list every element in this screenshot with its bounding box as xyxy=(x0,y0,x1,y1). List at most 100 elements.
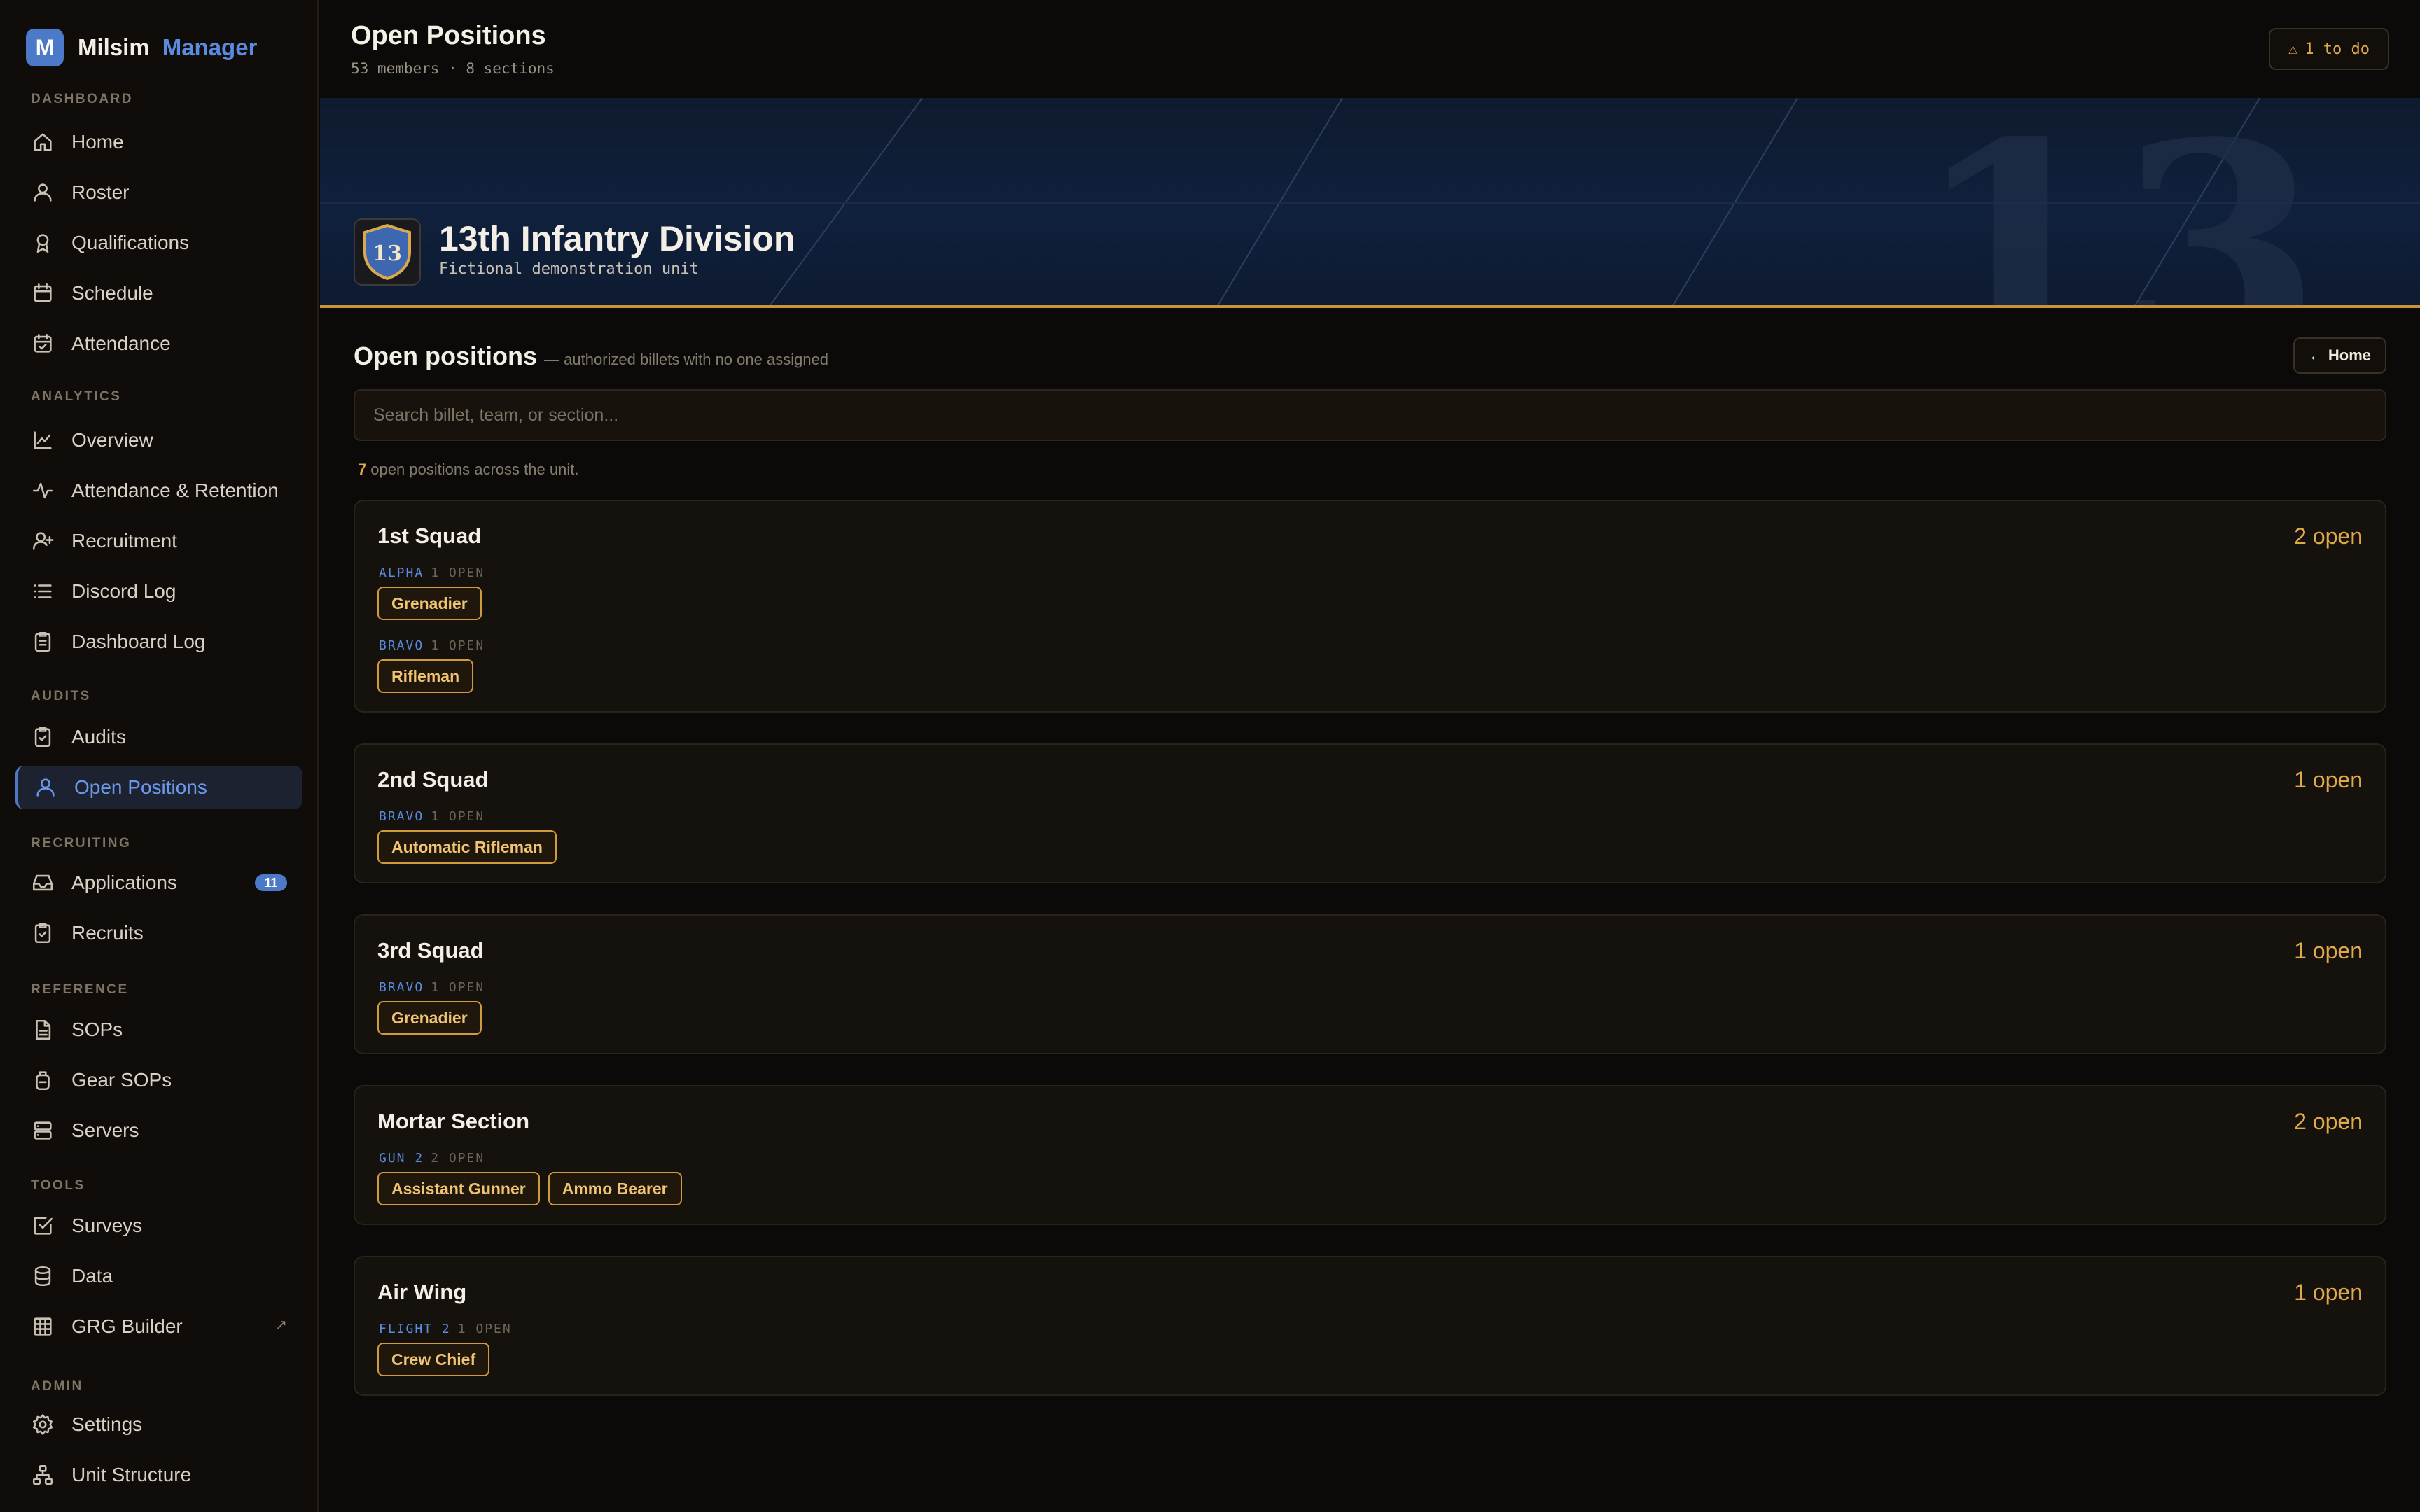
sidebar-item-label: Attendance & Retention xyxy=(71,479,279,501)
grid-icon xyxy=(31,1315,55,1338)
shield-icon: 13 xyxy=(363,223,411,281)
sidebar-item-label: Open Positions xyxy=(74,776,207,798)
sidebar-item-servers[interactable]: Servers xyxy=(15,1109,302,1152)
section-open-count: 1 open xyxy=(2294,1280,2363,1305)
billet-chip[interactable]: Rifleman xyxy=(377,659,474,693)
team-label: FLIGHT 2 1 OPEN xyxy=(379,1322,512,1336)
nav-section-dashboard: DASHBOARD xyxy=(31,92,133,106)
home-button[interactable]: ← Home xyxy=(2293,337,2386,374)
sidebar-item-overview[interactable]: Overview xyxy=(15,419,302,462)
sidebar-item-recruits[interactable]: Recruits xyxy=(15,911,302,955)
sidebar-item-label: Discord Log xyxy=(71,580,176,602)
unit-subtitle: Fictional demonstration unit xyxy=(439,260,699,278)
award-icon xyxy=(31,231,55,255)
section-open-count: 1 open xyxy=(2294,767,2363,792)
sidebar-item-label: Recruitment xyxy=(71,530,177,552)
sidebar-item-recruitment[interactable]: Recruitment xyxy=(15,519,302,563)
sidebar-item-label: Home xyxy=(71,131,124,153)
billet-chip[interactable]: Grenadier xyxy=(377,587,482,620)
billet-chip[interactable]: Ammo Bearer xyxy=(548,1172,682,1205)
sidebar-item-settings[interactable]: Settings xyxy=(15,1403,302,1446)
section-description: — authorized billets with no one assigne… xyxy=(544,351,829,368)
billet-list: Automatic Rifleman xyxy=(377,830,557,864)
billet-list: Grenadier xyxy=(377,1001,482,1035)
user-icon xyxy=(31,181,55,204)
top-bar: Open Positions 53 members · 8 sections ⚠… xyxy=(320,0,2420,98)
sidebar-item-label: GRG Builder xyxy=(71,1315,183,1337)
nav-section-admin: ADMIN xyxy=(31,1379,83,1394)
billet-list: Crew Chief xyxy=(377,1343,490,1376)
nav-section-audits: AUDITS xyxy=(31,689,91,704)
sidebar-item-discord-log[interactable]: Discord Log xyxy=(15,570,302,613)
section-title: Open positions xyxy=(354,342,538,370)
team-open-count: 1 OPEN xyxy=(431,809,485,824)
sidebar: M Milsim Manager DASHBOARD Home Roster Qual… xyxy=(0,0,319,1512)
sidebar-item-label: Roster xyxy=(71,181,130,203)
section-header: Open positions — authorized billets with… xyxy=(354,342,828,371)
sidebar-item-surveys[interactable]: Surveys xyxy=(15,1204,302,1247)
sidebar-item-qualifications[interactable]: Qualifications xyxy=(15,221,302,265)
warning-icon: ⚠ xyxy=(2288,40,2298,58)
team-label: BRAVO 1 OPEN xyxy=(379,809,485,824)
unit-name: 13th Infantry Division xyxy=(439,219,795,258)
sidebar-item-sops[interactable]: SOPs xyxy=(15,1008,302,1051)
calendar-icon xyxy=(31,281,55,305)
backpack-icon xyxy=(31,1068,55,1092)
count-badge: 11 xyxy=(255,874,287,891)
brand[interactable]: M Milsim Manager xyxy=(26,28,257,67)
billet-chip[interactable]: Crew Chief xyxy=(377,1343,490,1376)
section-card-title: 2nd Squad xyxy=(377,767,489,792)
clipboard-icon xyxy=(31,630,55,654)
sidebar-item-label: Gear SOPs xyxy=(71,1069,172,1091)
billet-chip[interactable]: Grenadier xyxy=(377,1001,482,1035)
sidebar-item-roster[interactable]: Roster xyxy=(15,171,302,214)
unit-crest: 13 xyxy=(354,218,421,286)
sidebar-item-data[interactable]: Data xyxy=(15,1254,302,1298)
sidebar-item-gear-sops[interactable]: Gear SOPs xyxy=(15,1058,302,1102)
sidebar-item-schedule[interactable]: Schedule xyxy=(15,272,302,315)
section-card: 1st Squad 2 open ALPHA 1 OPEN Grenadier BRAVO… xyxy=(354,500,2386,713)
sidebar-item-attendance-retention[interactable]: Attendance & Retention xyxy=(15,469,302,512)
server-icon xyxy=(31,1119,55,1142)
sidebar-item-open-positions[interactable]: Open Positions xyxy=(15,766,302,809)
billet-chip[interactable]: Automatic Rifleman xyxy=(377,830,557,864)
sidebar-item-label: Attendance xyxy=(71,332,171,354)
open-count-suffix: open positions across the unit. xyxy=(370,461,579,478)
sidebar-item-attendance[interactable]: Attendance xyxy=(15,322,302,365)
team-label: BRAVO 1 OPEN xyxy=(379,980,485,995)
team-open-count: 2 OPEN xyxy=(431,1151,485,1166)
section-open-count: 1 open xyxy=(2294,938,2363,963)
section-open-count: 2 open xyxy=(2294,524,2363,549)
billet-list: Assistant Gunner Ammo Bearer xyxy=(377,1172,682,1205)
team-label: GUN 2 2 OPEN xyxy=(379,1151,485,1166)
billet-chip[interactable]: Assistant Gunner xyxy=(377,1172,540,1205)
sidebar-item-home[interactable]: Home xyxy=(15,120,302,164)
section-card-title: 1st Squad xyxy=(377,524,482,548)
team-open-count: 1 OPEN xyxy=(431,980,485,995)
user-icon xyxy=(34,776,57,799)
section-open-count: 2 open xyxy=(2294,1109,2363,1134)
billet-list: Grenadier xyxy=(377,587,482,620)
sidebar-item-dashboard-log[interactable]: Dashboard Log xyxy=(15,620,302,664)
clipboard-check-icon xyxy=(31,725,55,749)
sidebar-item-unit-structure[interactable]: Unit Structure xyxy=(15,1453,302,1497)
team-label: ALPHA 1 OPEN xyxy=(379,566,485,580)
sidebar-item-grg-builder[interactable]: GRG Builder ↗ xyxy=(15,1305,302,1348)
sidebar-item-label: Applications xyxy=(71,872,177,893)
search-input[interactable] xyxy=(354,389,2386,441)
sidebar-item-label: Schedule xyxy=(71,282,153,304)
team-label: BRAVO 1 OPEN xyxy=(379,638,485,653)
team-name: BRAVO xyxy=(379,638,424,653)
home-icon xyxy=(31,130,55,154)
sidebar-item-label: Data xyxy=(71,1265,113,1287)
section-card-title: Mortar Section xyxy=(377,1109,530,1133)
sidebar-item-audits[interactable]: Audits xyxy=(15,715,302,759)
sidebar-item-applications[interactable]: Applications 11 xyxy=(15,861,302,904)
hierarchy-icon xyxy=(31,1463,55,1487)
gear-icon xyxy=(31,1413,55,1436)
team-open-count: 1 OPEN xyxy=(431,566,485,580)
todo-button[interactable]: ⚠ 1 to do xyxy=(2269,28,2389,70)
sidebar-item-label: Surveys xyxy=(71,1214,143,1236)
team-open-count: 1 OPEN xyxy=(457,1322,512,1336)
sidebar-item-label: Recruits xyxy=(71,922,144,944)
